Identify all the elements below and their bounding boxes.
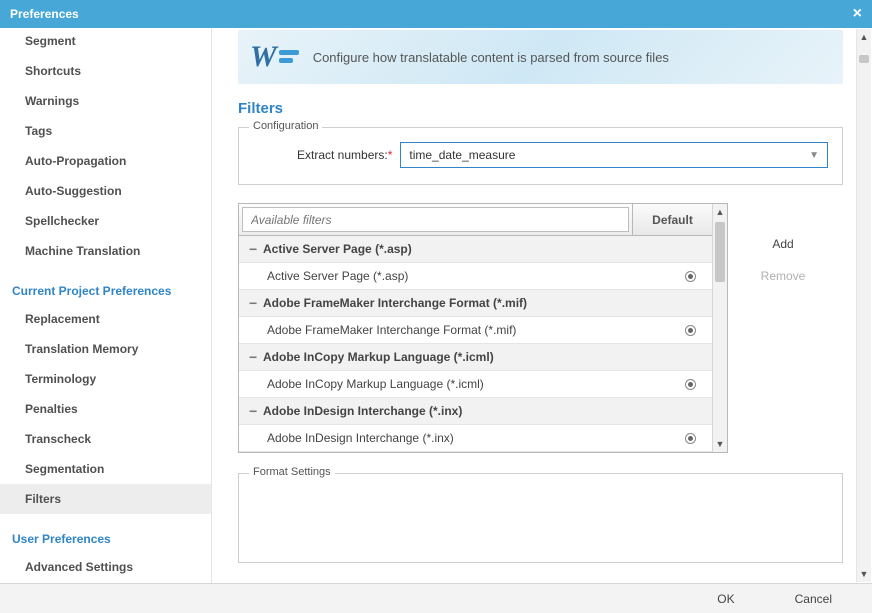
sidebar-item-terminology[interactable]: Terminology bbox=[0, 364, 211, 394]
sidebar-item-warnings[interactable]: Warnings bbox=[0, 86, 211, 116]
main-panel: W Configure how translatable content is … bbox=[212, 28, 872, 583]
collapse-icon[interactable]: − bbox=[249, 243, 263, 255]
filters-toolbar: Default bbox=[239, 204, 712, 236]
filter-label: Adobe InDesign Interchange (*.inx) bbox=[263, 431, 685, 445]
scroll-thumb[interactable] bbox=[859, 55, 869, 63]
sidebar-item-replacement[interactable]: Replacement bbox=[0, 304, 211, 334]
sidebar: Segment Shortcuts Warnings Tags Auto-Pro… bbox=[0, 28, 212, 583]
sidebar-item-penalties[interactable]: Penalties bbox=[0, 394, 211, 424]
filter-label: Adobe InDesign Interchange (*.inx) bbox=[263, 404, 702, 418]
close-icon[interactable]: × bbox=[853, 0, 862, 28]
filter-label: Active Server Page (*.asp) bbox=[263, 269, 685, 283]
scroll-up-icon[interactable]: ▲ bbox=[713, 204, 727, 220]
sidebar-section-current: Current Project Preferences bbox=[0, 274, 211, 304]
sidebar-item-auto-suggestion[interactable]: Auto-Suggestion bbox=[0, 176, 211, 206]
filters-side-buttons: Add Remove bbox=[753, 237, 813, 283]
add-button[interactable]: Add bbox=[772, 237, 793, 251]
sidebar-item-auto-propagation[interactable]: Auto-Propagation bbox=[0, 146, 211, 176]
filter-list: −Active Server Page (*.asp)Active Server… bbox=[239, 236, 712, 452]
collapse-icon[interactable]: − bbox=[249, 297, 263, 309]
filter-item[interactable]: Adobe InCopy Markup Language (*.icml) bbox=[239, 371, 712, 398]
filter-group-header[interactable]: −Adobe FrameMaker Interchange Format (*.… bbox=[239, 290, 712, 317]
extract-numbers-combo[interactable]: time_date_measure ▼ bbox=[400, 142, 828, 168]
filter-radio[interactable] bbox=[685, 271, 696, 282]
filter-label: Adobe FrameMaker Interchange Format (*.m… bbox=[263, 296, 702, 310]
window-title: Preferences bbox=[10, 0, 79, 28]
filters-scrollbar[interactable]: ▲ ▼ bbox=[712, 204, 727, 452]
filter-label: Active Server Page (*.asp) bbox=[263, 242, 702, 256]
filter-label: Adobe FrameMaker Interchange Format (*.m… bbox=[263, 323, 685, 337]
sidebar-item-segment[interactable]: Segment bbox=[0, 30, 211, 56]
sidebar-item-machine-translation[interactable]: Machine Translation bbox=[0, 236, 211, 266]
filter-item[interactable]: Adobe FrameMaker Interchange Format (*.m… bbox=[239, 317, 712, 344]
sidebar-item-transcheck[interactable]: Transcheck bbox=[0, 424, 211, 454]
default-button[interactable]: Default bbox=[632, 204, 712, 235]
scroll-down-icon[interactable]: ▼ bbox=[857, 566, 871, 582]
cancel-button[interactable]: Cancel bbox=[795, 592, 832, 606]
titlebar: Preferences × bbox=[0, 0, 872, 28]
remove-button[interactable]: Remove bbox=[761, 269, 806, 283]
filter-radio[interactable] bbox=[685, 379, 696, 390]
sidebar-item-advanced-settings[interactable]: Advanced Settings bbox=[0, 552, 211, 582]
filters-table: Default −Active Server Page (*.asp)Activ… bbox=[238, 203, 728, 453]
format-settings-fieldset: Format Settings bbox=[238, 473, 843, 563]
ok-button[interactable]: OK bbox=[717, 592, 734, 606]
configuration-fieldset: Configuration Extract numbers:* time_dat… bbox=[238, 127, 843, 185]
sidebar-item-tags[interactable]: Tags bbox=[0, 116, 211, 146]
body: Segment Shortcuts Warnings Tags Auto-Pro… bbox=[0, 28, 872, 583]
extract-numbers-label: Extract numbers:* bbox=[297, 148, 392, 162]
banner: W Configure how translatable content is … bbox=[238, 30, 843, 84]
collapse-icon[interactable]: − bbox=[249, 405, 263, 417]
section-title: Filters bbox=[238, 100, 843, 117]
sidebar-item-filters[interactable]: Filters bbox=[0, 484, 211, 514]
sidebar-item-shortcuts[interactable]: Shortcuts bbox=[0, 56, 211, 86]
filter-radio[interactable] bbox=[685, 433, 696, 444]
main-scrollbar[interactable]: ▲ ▼ bbox=[856, 29, 871, 582]
scroll-up-icon[interactable]: ▲ bbox=[857, 29, 871, 45]
scroll-down-icon[interactable]: ▼ bbox=[713, 436, 727, 452]
scroll-thumb[interactable] bbox=[715, 222, 725, 282]
filter-group-header[interactable]: −Adobe InCopy Markup Language (*.icml) bbox=[239, 344, 712, 371]
filters-search-input[interactable] bbox=[242, 207, 629, 232]
filter-label: Adobe InCopy Markup Language (*.icml) bbox=[263, 350, 702, 364]
filter-label: Adobe InCopy Markup Language (*.icml) bbox=[263, 377, 685, 391]
filter-radio[interactable] bbox=[685, 325, 696, 336]
filter-group-header[interactable]: −Adobe InDesign Interchange (*.inx) bbox=[239, 398, 712, 425]
banner-text: Configure how translatable content is pa… bbox=[313, 50, 669, 65]
app-logo: W bbox=[250, 40, 299, 74]
chevron-down-icon: ▼ bbox=[809, 150, 819, 161]
filter-group-header[interactable]: −Active Server Page (*.asp) bbox=[239, 236, 712, 263]
filter-item[interactable]: Adobe InDesign Interchange (*.inx) bbox=[239, 425, 712, 452]
sidebar-section-user: User Preferences bbox=[0, 522, 211, 552]
extract-numbers-value: time_date_measure bbox=[409, 148, 515, 162]
sidebar-item-translation-memory[interactable]: Translation Memory bbox=[0, 334, 211, 364]
format-settings-legend: Format Settings bbox=[249, 466, 335, 478]
collapse-icon[interactable]: − bbox=[249, 351, 263, 363]
sidebar-item-segmentation[interactable]: Segmentation bbox=[0, 454, 211, 484]
sidebar-item-spellchecker[interactable]: Spellchecker bbox=[0, 206, 211, 236]
configuration-legend: Configuration bbox=[249, 120, 322, 132]
filter-item[interactable]: Active Server Page (*.asp) bbox=[239, 263, 712, 290]
footer: OK Cancel bbox=[0, 583, 872, 613]
